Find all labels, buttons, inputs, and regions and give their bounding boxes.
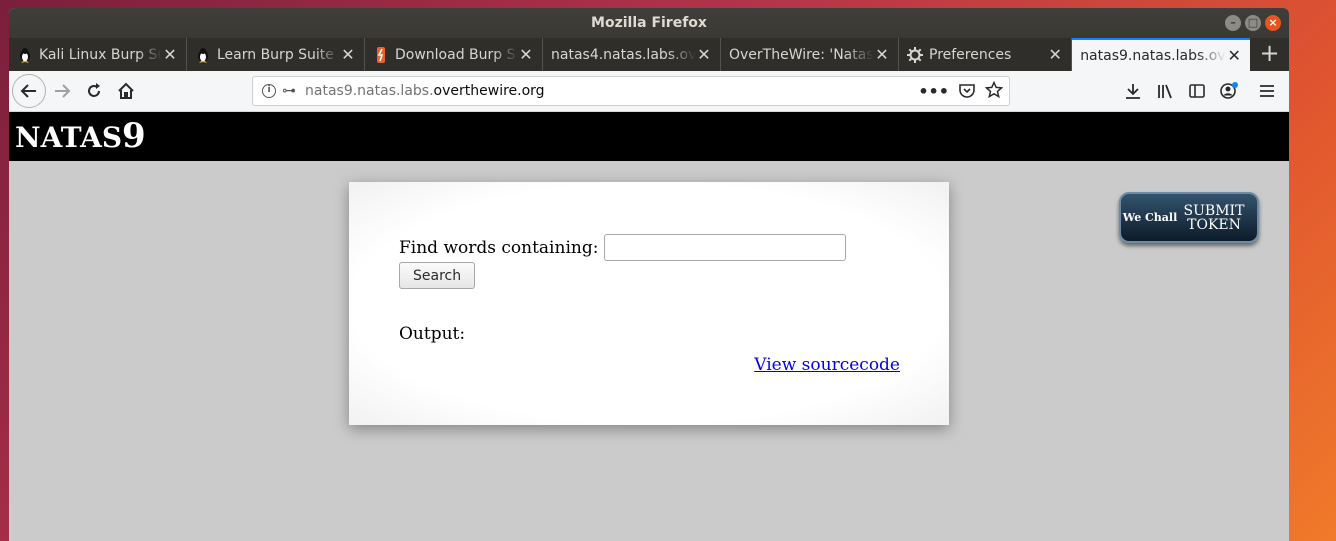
- tab-learn-burp[interactable]: Learn Burp Suite on ✕: [187, 38, 365, 71]
- arrow-left-icon: [20, 84, 36, 98]
- sidebar-icon: [1189, 84, 1205, 98]
- header-level-number: 9: [122, 116, 146, 156]
- close-window-button[interactable]: ×: [1265, 15, 1281, 31]
- download-icon: [1126, 84, 1140, 99]
- menu-button[interactable]: [1251, 75, 1283, 107]
- forward-button[interactable]: [46, 75, 78, 107]
- penguin-icon: [17, 47, 33, 63]
- tab-preferences[interactable]: Preferences ✕: [899, 38, 1073, 71]
- reload-icon: [88, 83, 100, 97]
- gear-icon: [907, 46, 923, 63]
- url-text[interactable]: natas9.natas.labs.overthewire.org: [305, 83, 545, 99]
- view-sourcecode-link[interactable]: View sourcecode: [754, 355, 900, 375]
- submit-line: SUBMIT: [1183, 202, 1245, 219]
- burp-icon: [373, 46, 389, 63]
- tab-label: OverTheWire: 'Natas': [729, 46, 874, 63]
- tab-label: natas9.natas.labs.ove: [1080, 47, 1227, 64]
- window-title: Mozilla Firefox: [591, 15, 707, 31]
- penguin-icon: [195, 47, 211, 63]
- new-tab-button[interactable]: +: [1250, 38, 1289, 71]
- maximize-button[interactable]: □: [1245, 15, 1261, 31]
- find-label: Find words containing:: [399, 237, 599, 258]
- library-icon: [1158, 84, 1172, 99]
- page-content: NATAS9 Find words containing: Search Out…: [9, 112, 1289, 541]
- url-prefix: natas9.natas.labs.: [305, 83, 434, 99]
- page-actions-icon[interactable]: •••: [918, 82, 949, 101]
- sidebar-button[interactable]: [1181, 75, 1213, 107]
- tab-download-burp[interactable]: Download Burp Suite ✕: [365, 38, 543, 71]
- pocket-icon[interactable]: [958, 82, 976, 104]
- search-button[interactable]: Search: [399, 262, 476, 289]
- search-form: Find words containing:: [399, 234, 847, 261]
- tab-label: Download Burp Suite: [395, 46, 518, 63]
- home-icon: [118, 82, 134, 99]
- toolbar-right: [1117, 75, 1283, 107]
- page-header: NATAS9: [9, 112, 1289, 161]
- hamburger-icon: [1260, 85, 1274, 97]
- close-tab-icon[interactable]: ✕: [874, 45, 890, 64]
- close-tab-icon[interactable]: ✕: [162, 45, 178, 64]
- tab-kali-burp[interactable]: Kali Linux Burp Suite ✕: [9, 38, 187, 71]
- wechall-logo-icon: We Chall: [1122, 211, 1178, 224]
- token-line: TOKEN: [1187, 216, 1241, 233]
- search-input[interactable]: [604, 234, 847, 261]
- window-titlebar: Mozilla Firefox – □ ×: [9, 8, 1289, 38]
- close-tab-icon[interactable]: ✕: [696, 45, 712, 64]
- tab-label: Learn Burp Suite on: [217, 46, 340, 63]
- tab-natas4[interactable]: natas4.natas.labs.ove ✕: [543, 38, 721, 71]
- tab-bar: Kali Linux Burp Suite ✕ Learn Burp Suite…: [9, 38, 1289, 71]
- arrow-right-icon: [55, 84, 71, 98]
- reload-button[interactable]: [78, 75, 110, 107]
- home-button[interactable]: [110, 75, 142, 107]
- back-button[interactable]: [12, 74, 46, 108]
- close-tab-icon[interactable]: ✕: [1047, 45, 1063, 64]
- library-button[interactable]: [1149, 75, 1181, 107]
- content-panel: Find words containing: Search Output: Vi…: [349, 182, 949, 425]
- firefox-window: Mozilla Firefox – □ × Kali Linux Burp Su…: [9, 8, 1289, 541]
- header-title: NATAS: [15, 121, 123, 154]
- tab-natas9[interactable]: natas9.natas.labs.ove ✕: [1072, 38, 1251, 71]
- submit-token-button[interactable]: We Chall SUBMIT TOKEN: [1119, 192, 1259, 243]
- close-tab-icon[interactable]: ✕: [340, 45, 356, 64]
- tab-label: Kali Linux Burp Suite: [39, 46, 162, 63]
- info-icon[interactable]: i: [262, 84, 276, 98]
- downloads-button[interactable]: [1117, 75, 1149, 107]
- window-controls: – □ ×: [1225, 15, 1281, 31]
- close-tab-icon[interactable]: ✕: [1226, 46, 1242, 65]
- tab-overthewire-natas[interactable]: OverTheWire: 'Natas' ✕: [721, 38, 899, 71]
- nav-bar: i ⊶ natas9.natas.labs.overthewire.org ••…: [9, 71, 1289, 112]
- account-button[interactable]: [1213, 75, 1245, 107]
- url-bar[interactable]: i ⊶ natas9.natas.labs.overthewire.org ••…: [252, 76, 1010, 106]
- key-icon[interactable]: ⊶: [282, 83, 296, 99]
- output-label: Output:: [399, 324, 466, 344]
- minimize-button[interactable]: –: [1225, 15, 1241, 31]
- url-host: overthewire.org: [433, 83, 545, 99]
- account-icon: [1220, 82, 1238, 99]
- close-tab-icon[interactable]: ✕: [518, 45, 534, 64]
- tab-label: Preferences: [929, 46, 1012, 63]
- bookmark-star-icon[interactable]: [984, 80, 1004, 103]
- tab-label: natas4.natas.labs.ove: [551, 46, 696, 63]
- submit-token-label: SUBMIT TOKEN: [1179, 204, 1249, 232]
